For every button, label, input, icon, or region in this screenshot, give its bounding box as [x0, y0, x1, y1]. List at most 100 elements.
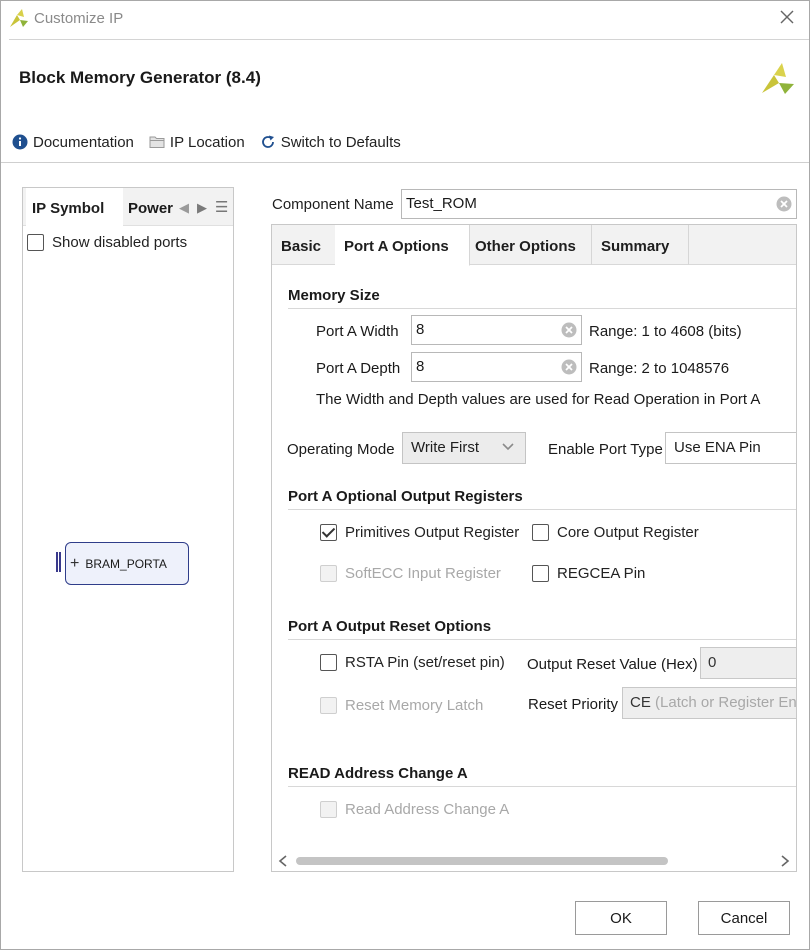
width-depth-note: The Width and Depth values are used for … — [316, 391, 761, 408]
tab-summary[interactable]: Summary — [592, 225, 689, 265]
horizontal-scrollbar[interactable] — [272, 851, 796, 871]
port-a-width-range: Range: 1 to 4608 (bits) — [589, 323, 742, 340]
output-reset-value-label: Output Reset Value (Hex) — [527, 656, 698, 673]
scroll-left-icon[interactable] — [278, 855, 288, 867]
regcea-pin-row[interactable]: REGCEA Pin — [532, 565, 645, 582]
component-name-label: Component Name — [272, 196, 394, 213]
tab-basic[interactable]: Basic — [272, 225, 336, 265]
reset-priority-detail: (Latch or Register Ena — [655, 694, 797, 711]
vivado-logo-icon — [762, 63, 794, 94]
regcea-pin-label: REGCEA Pin — [557, 565, 646, 582]
clear-icon[interactable] — [776, 196, 792, 212]
softecc-input-register-row: SoftECC Input Register — [320, 565, 501, 582]
reset-priority-select: CE (Latch or Register Ena — [622, 687, 797, 719]
switch-to-defaults-button[interactable]: Switch to Defaults — [260, 134, 401, 151]
folder-icon — [149, 136, 165, 148]
ip-symbol-panel: IP Symbol Power ◀ ▶ ☰ Show disabled port… — [22, 187, 234, 872]
port-a-depth-value: 8 — [416, 358, 425, 375]
component-name-value: Test_ROM — [406, 195, 477, 212]
memory-size-title: Memory Size — [288, 287, 380, 304]
divider — [288, 308, 796, 309]
tab-ip-symbol[interactable]: IP Symbol — [26, 188, 123, 226]
scrollbar-thumb[interactable] — [296, 857, 668, 865]
component-name-input[interactable]: Test_ROM — [401, 189, 797, 219]
ip-location-button[interactable]: IP Location — [149, 134, 245, 151]
primitives-output-register-row[interactable]: Primitives Output Register — [320, 524, 519, 541]
scroll-right-icon[interactable] — [780, 855, 790, 867]
left-tab-bar: IP Symbol Power ◀ ▶ ☰ — [23, 188, 233, 226]
page-title: Block Memory Generator (8.4) — [19, 68, 261, 87]
expand-plus-icon[interactable]: + — [70, 555, 79, 573]
port-a-depth-input[interactable]: 8 — [411, 352, 582, 382]
divider — [288, 639, 796, 640]
operating-mode-select[interactable]: Write First — [402, 432, 526, 464]
info-icon — [12, 134, 28, 150]
port-a-depth-range: Range: 2 to 1048576 — [589, 360, 730, 377]
primitives-output-register-label: Primitives Output Register — [345, 524, 520, 541]
read-address-change-checkbox — [320, 801, 337, 818]
core-output-register-checkbox[interactable] — [532, 524, 549, 541]
regcea-pin-checkbox[interactable] — [532, 565, 549, 582]
show-disabled-ports-checkbox[interactable] — [27, 234, 44, 251]
tab-power[interactable]: Power — [128, 188, 178, 226]
operating-mode-label: Operating Mode — [287, 441, 395, 458]
rsta-pin-checkbox[interactable] — [320, 654, 337, 671]
port-label: BRAM_PORTA — [85, 556, 167, 571]
options-tab-bar: Basic Port A Options Other Options Summa… — [272, 225, 796, 266]
tab-other-options[interactable]: Other Options — [466, 225, 592, 265]
documentation-button[interactable]: Documentation — [12, 134, 134, 151]
tab-scroll-right-icon[interactable]: ▶ — [197, 200, 207, 216]
read-address-change-row: Read Address Change A — [320, 801, 509, 818]
reset-memory-latch-checkbox — [320, 697, 337, 714]
port-a-width-label: Port A Width — [316, 323, 399, 340]
show-disabled-ports-row[interactable]: Show disabled ports — [27, 234, 187, 251]
port-a-width-value: 8 — [416, 321, 425, 338]
softecc-input-register-checkbox — [320, 565, 337, 582]
toolbar: Documentation IP Location Switch to Defa… — [12, 131, 416, 153]
softecc-input-register-label: SoftECC Input Register — [345, 565, 501, 582]
rsta-pin-row[interactable]: RSTA Pin (set/reset pin) — [320, 654, 505, 671]
show-disabled-ports-label: Show disabled ports — [52, 234, 188, 251]
title-bar: Customize IP — [1, 1, 809, 37]
port-a-options-content: Memory Size Port A Width 8 Range: 1 to 4… — [272, 265, 796, 851]
tab-menu-icon[interactable]: ☰ — [215, 198, 228, 216]
reset-memory-latch-row: Reset Memory Latch — [320, 697, 483, 714]
documentation-label: Documentation — [33, 133, 134, 151]
divider — [9, 39, 809, 40]
output-reset-value-input[interactable]: 0 — [700, 647, 796, 679]
bram-porta-interface[interactable]: + BRAM_PORTA — [65, 542, 189, 585]
tab-scroll-left-icon[interactable]: ◀ — [179, 200, 189, 216]
chevron-down-icon — [502, 443, 514, 451]
output-registers-title: Port A Optional Output Registers — [288, 488, 523, 505]
window-title: Customize IP — [34, 10, 124, 27]
tab-port-a-options[interactable]: Port A Options — [335, 225, 470, 266]
divider — [288, 509, 796, 510]
rsta-pin-label: RSTA Pin (set/reset pin) — [345, 654, 505, 671]
port-connector — [56, 552, 61, 572]
clear-icon[interactable] — [561, 359, 577, 375]
clear-icon[interactable] — [561, 322, 577, 338]
cancel-button[interactable]: Cancel — [698, 901, 790, 935]
refresh-icon — [261, 135, 274, 148]
divider — [1, 162, 809, 163]
ip-location-label: IP Location — [169, 133, 245, 151]
enable-port-type-select[interactable]: Use ENA Pin — [665, 432, 796, 464]
port-a-width-input[interactable]: 8 — [411, 315, 582, 345]
read-address-change-label: Read Address Change A — [345, 801, 510, 818]
read-address-change-title: READ Address Change A — [288, 765, 468, 782]
reset-priority-label: Reset Priority — [528, 696, 619, 713]
ok-button[interactable]: OK — [575, 901, 667, 935]
output-reset-value: 0 — [708, 654, 717, 671]
divider — [288, 786, 796, 787]
enable-port-type-value: Use ENA Pin — [674, 439, 761, 456]
close-icon[interactable] — [777, 7, 797, 27]
reset-memory-latch-label: Reset Memory Latch — [345, 697, 484, 714]
enable-port-type-label: Enable Port Type — [548, 441, 663, 458]
customize-ip-window: Customize IP Block Memory Generator (8.4… — [0, 0, 810, 950]
primitives-output-register-checkbox[interactable] — [320, 524, 337, 541]
options-panel: Basic Port A Options Other Options Summa… — [271, 224, 797, 872]
switch-to-defaults-label: Switch to Defaults — [280, 133, 401, 151]
reset-priority-value: CE — [630, 694, 651, 711]
reset-options-title: Port A Output Reset Options — [288, 618, 492, 635]
core-output-register-row[interactable]: Core Output Register — [532, 524, 699, 541]
